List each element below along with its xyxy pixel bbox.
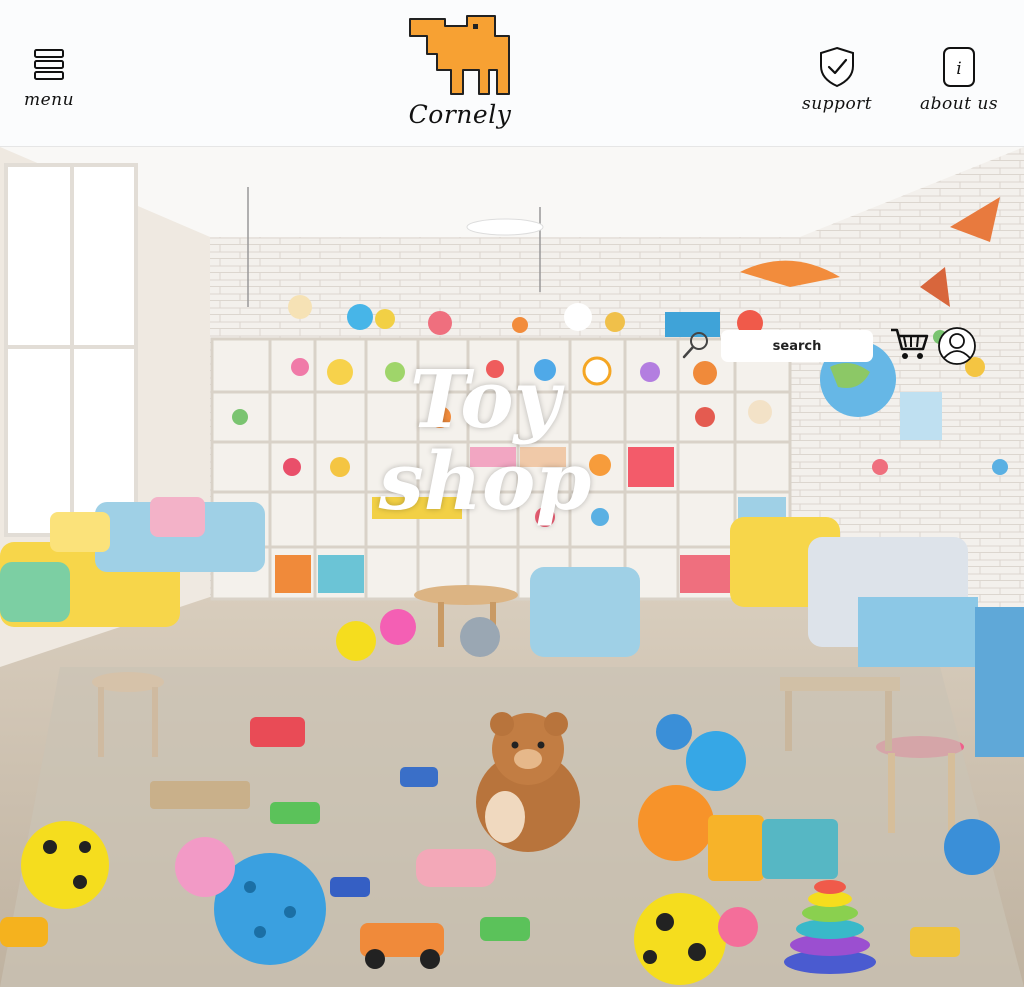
about-us-label: about us [920, 94, 999, 114]
about-us-link[interactable]: i about us [920, 46, 998, 114]
info-icon: i [943, 47, 976, 87]
hero-title-line-2: shop [378, 434, 592, 528]
user-icon[interactable] [937, 326, 977, 366]
logo-text: Cornely [408, 100, 512, 129]
hero-banner: Toy shop [0, 147, 1024, 987]
site-header: menu Cornely support i about us [0, 0, 1024, 147]
menu-label: menu [24, 90, 75, 110]
support-label: support [802, 94, 873, 114]
search-icon[interactable] [682, 331, 710, 359]
hamburger-icon [34, 49, 65, 80]
toy-room-illustration [0, 147, 1024, 987]
menu-button[interactable]: menu [24, 48, 74, 110]
brand-logo[interactable]: Cornely [398, 14, 522, 129]
hero-title-line-1: Toy [409, 352, 561, 446]
info-icon-glyph: i [956, 59, 961, 79]
camel-logo-icon [409, 15, 510, 95]
support-link[interactable]: support [802, 46, 872, 114]
cart-icon[interactable] [890, 327, 930, 361]
search-input[interactable] [721, 330, 873, 362]
hero-title: Toy shop [355, 359, 615, 521]
shield-check-icon [820, 46, 855, 88]
